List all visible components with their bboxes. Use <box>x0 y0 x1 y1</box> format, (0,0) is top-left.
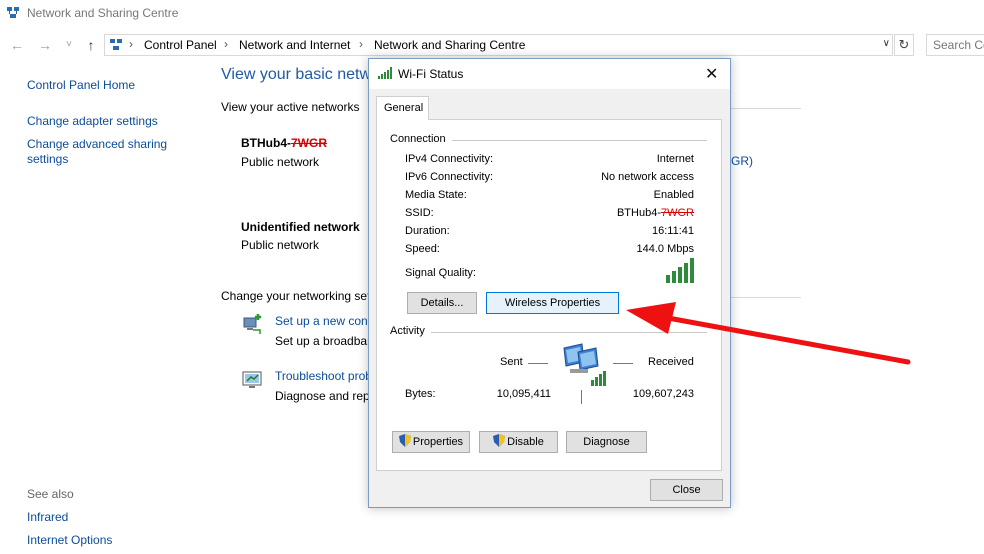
wifi-signal-icon <box>378 67 392 79</box>
general-tab-panel: Connection IPv4 Connectivity: Internet I… <box>376 119 722 471</box>
network-icon <box>7 7 19 18</box>
dialog-titlebar: Wi-Fi Status ✕ <box>369 59 730 89</box>
wifi-status-dialog: Wi-Fi Status ✕ General Connection IPv4 C… <box>368 58 731 508</box>
address-dropdown-icon[interactable]: ∨ <box>883 38 890 49</box>
speed-value: 144.0 Mbps <box>636 243 694 255</box>
duration-value: 16:11:41 <box>651 225 694 237</box>
breadcrumb-network-sharing[interactable]: Network and Sharing Centre <box>374 38 525 52</box>
see-also-infrared[interactable]: Infrared <box>27 510 68 525</box>
ipv6-value: No network access <box>601 171 694 183</box>
activity-group-label: Activity <box>390 325 431 337</box>
connection-group-label: Connection <box>390 133 452 145</box>
new-connection-icon <box>243 314 261 334</box>
breadcrumb-separator: › <box>224 37 228 51</box>
sent-line <box>528 363 548 364</box>
search-input[interactable]: Search Control Panel <box>926 34 984 56</box>
network-type-2: Public network <box>241 238 320 252</box>
tab-general[interactable]: General <box>376 96 429 120</box>
refresh-button[interactable]: ↻ <box>894 34 914 56</box>
duration-label: Duration: <box>405 225 450 237</box>
bytes-received-value: 109,607,243 <box>632 388 694 400</box>
see-also-label: See also <box>27 487 74 501</box>
ipv4-value: Internet <box>656 153 694 165</box>
properties-button[interactable]: Properties <box>392 431 470 453</box>
sidebar-item-change-adapter-settings[interactable]: Change adapter settings <box>27 114 158 129</box>
dialog-title: Wi-Fi Status <box>398 67 464 81</box>
details-button[interactable]: Details... <box>407 292 477 314</box>
ipv6-label: IPv6 Connectivity: <box>405 171 494 183</box>
network-name-1: BTHub4-7WGR <box>241 136 327 150</box>
see-also-internet-options[interactable]: Internet Options <box>27 533 112 548</box>
network-activity-icon <box>563 343 606 386</box>
address-bar[interactable]: › Control Panel › Network and Internet ›… <box>104 34 893 56</box>
signal-quality-label: Signal Quality: <box>405 267 476 279</box>
network-name-2: Unidentified network <box>241 220 360 234</box>
ssid-label: SSID: <box>405 207 434 219</box>
breadcrumb-separator: › <box>359 37 363 51</box>
speed-label: Speed: <box>405 243 440 255</box>
bytes-sent-value: 10,095,411 <box>496 388 551 400</box>
bytes-divider <box>581 390 582 404</box>
sent-label: Sent <box>500 356 523 368</box>
disable-button[interactable]: Disable <box>479 431 558 453</box>
close-button[interactable]: Close <box>650 479 723 501</box>
signal-strength-icon <box>666 258 694 283</box>
search-placeholder: Search Control Panel <box>933 38 984 52</box>
back-button[interactable]: ← <box>8 37 26 53</box>
ipv4-label: IPv4 Connectivity: <box>405 153 494 165</box>
diagnose-button[interactable]: Diagnose <box>566 431 647 453</box>
received-line <box>613 363 633 364</box>
bytes-label: Bytes: <box>405 388 436 400</box>
uac-shield-icon <box>398 434 411 447</box>
troubleshoot-icon <box>242 371 262 388</box>
left-pane: Control Panel Home Change adapter settin… <box>27 0 207 554</box>
received-label: Received <box>648 356 694 368</box>
activity-group-line <box>397 332 707 333</box>
media-state-value: Enabled <box>653 189 694 201</box>
uac-shield-icon <box>493 434 506 447</box>
media-state-label: Media State: <box>405 189 467 201</box>
sidebar-item-change-advanced-sharing[interactable]: Change advanced sharing settings <box>27 137 177 167</box>
network-type-1: Public network <box>241 155 320 169</box>
wireless-properties-button[interactable]: Wireless Properties <box>486 292 619 314</box>
ssid-value: BTHub4-7WGR <box>616 207 694 219</box>
active-networks-label: View your active networks <box>221 100 360 114</box>
wifi-connection-link[interactable]: GR) <box>731 154 753 168</box>
close-icon[interactable]: ✕ <box>705 64 718 84</box>
sidebar-item-control-panel-home[interactable]: Control Panel Home <box>27 78 135 93</box>
breadcrumb-network-internet[interactable]: Network and Internet <box>239 38 350 52</box>
